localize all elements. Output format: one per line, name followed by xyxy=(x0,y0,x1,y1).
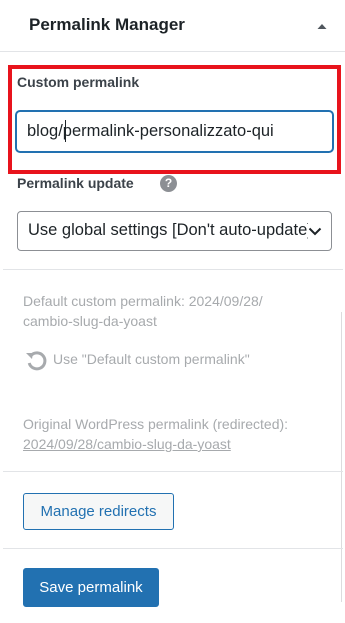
permalink-update-label: Permalink update xyxy=(17,175,134,191)
chevron-down-icon xyxy=(308,227,322,236)
permalink-update-select[interactable]: Use global settings [Don't auto-update] xyxy=(17,211,332,251)
custom-permalink-input[interactable] xyxy=(16,111,333,152)
section-divider xyxy=(3,269,343,270)
permalink-update-selected-value: Use global settings [Don't auto-update] xyxy=(28,221,308,239)
panel-title: Permalink Manager xyxy=(29,15,185,34)
use-default-permalink-label: Use "Default custom permalink" xyxy=(53,351,250,367)
section-divider xyxy=(3,548,343,549)
save-permalink-button[interactable]: Save permalink xyxy=(23,568,159,607)
default-permalink-value-line1: 2024/09/28/ xyxy=(188,293,263,309)
original-permalink-label: Original WordPress permalink (redirected… xyxy=(23,416,289,432)
default-permalink-value-line2: cambio-slug-da-yoast xyxy=(23,313,157,329)
panel-header: Permalink Manager xyxy=(0,0,345,52)
caret-up-icon[interactable] xyxy=(310,14,334,38)
scroll-track xyxy=(341,312,342,602)
original-permalink-link[interactable]: 2024/09/28/cambio-slug-da-yoast xyxy=(23,434,231,454)
custom-permalink-label: Custom permalink xyxy=(17,74,140,90)
default-permalink-label: Default custom permalink: 2024/09/28/ xyxy=(23,291,263,311)
manage-redirects-button[interactable]: Manage redirects xyxy=(23,493,174,530)
reset-icon xyxy=(26,351,47,371)
default-permalink-label-text: Default custom permalink: xyxy=(23,293,185,309)
question-circle-icon[interactable]: ? xyxy=(160,175,177,192)
section-divider xyxy=(3,471,343,472)
text-cursor xyxy=(65,120,66,142)
